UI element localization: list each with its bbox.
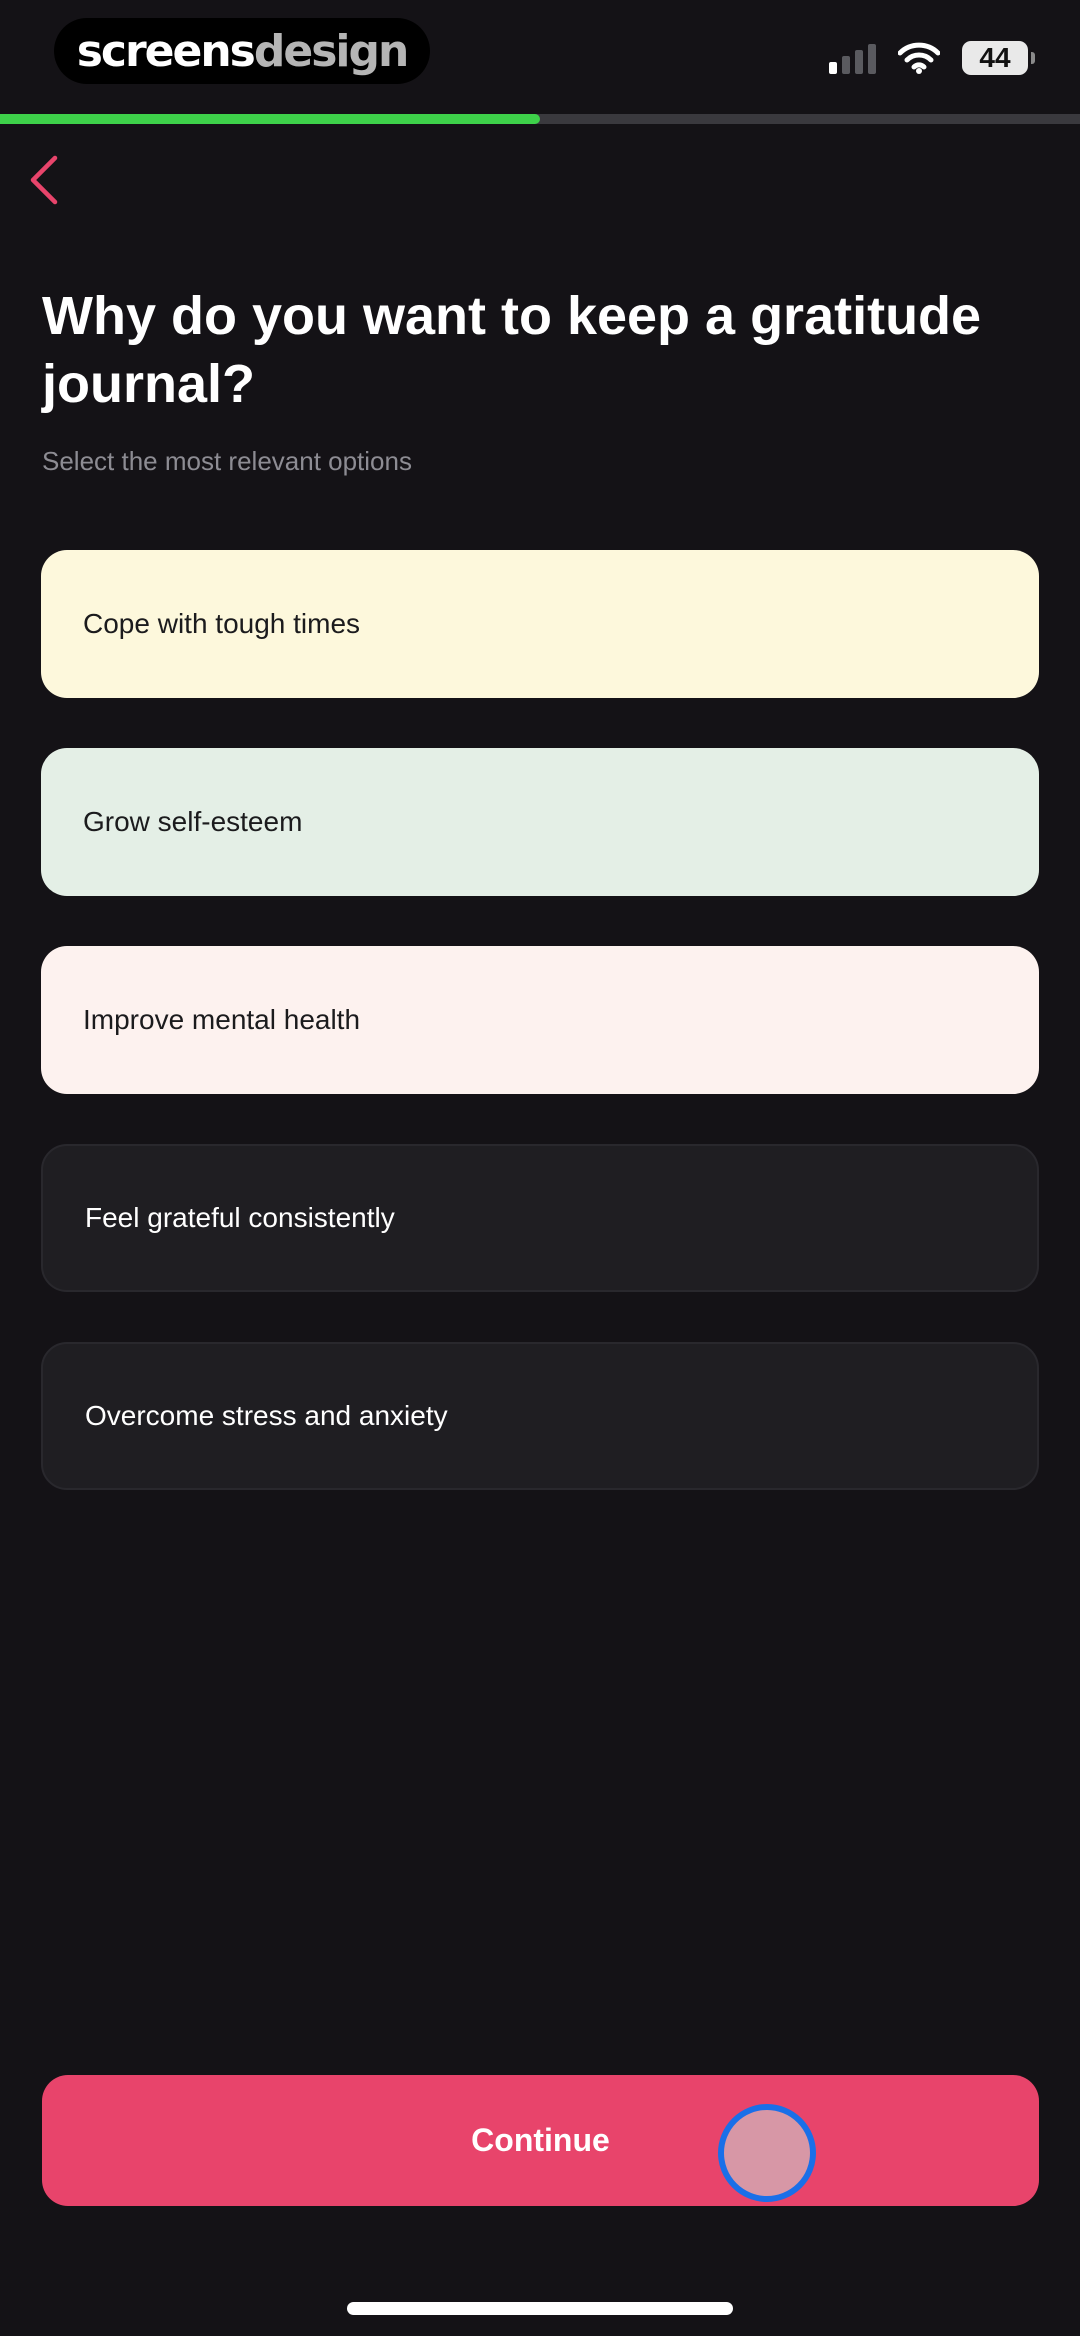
- progress-bar-fill: [0, 114, 540, 124]
- page-title: Why do you want to keep a gratitude jour…: [42, 286, 982, 414]
- status-bar: 44: [829, 38, 1035, 78]
- battery-icon: 44: [962, 41, 1035, 75]
- option-grow-self-esteem[interactable]: Grow self-esteem: [41, 748, 1039, 896]
- home-indicator: [347, 2302, 733, 2315]
- option-feel-grateful-consistently[interactable]: Feel grateful consistently: [41, 1144, 1039, 1292]
- option-label: Grow self-esteem: [83, 806, 303, 837]
- battery-level: 44: [979, 42, 1011, 73]
- watermark-part-2: design: [253, 25, 409, 77]
- screensdesign-watermark: screens design: [54, 18, 430, 84]
- option-label: Cope with tough times: [83, 608, 361, 639]
- option-cope-with-tough-times[interactable]: Cope with tough times: [41, 550, 1039, 698]
- option-overcome-stress-and-anxiety[interactable]: Overcome stress and anxiety: [41, 1342, 1039, 1490]
- chevron-left-icon: [30, 155, 58, 205]
- watermark-part-1: screens: [76, 25, 256, 77]
- option-label: Overcome stress and anxiety: [85, 1400, 448, 1431]
- option-label: Improve mental health: [83, 1004, 361, 1035]
- options-list: Cope with tough times Grow self-esteem I…: [41, 550, 1039, 1490]
- wifi-icon: [898, 42, 940, 74]
- back-button[interactable]: [14, 150, 74, 210]
- option-improve-mental-health[interactable]: Improve mental health: [41, 946, 1039, 1094]
- onboarding-progress-bar: [0, 114, 1080, 124]
- touch-indicator: [718, 2104, 816, 2202]
- continue-button[interactable]: Continue: [42, 2075, 1039, 2206]
- option-label: Feel grateful consistently: [85, 1202, 395, 1233]
- cellular-signal-icon: [829, 42, 876, 74]
- page-subtitle: Select the most relevant options: [42, 446, 412, 476]
